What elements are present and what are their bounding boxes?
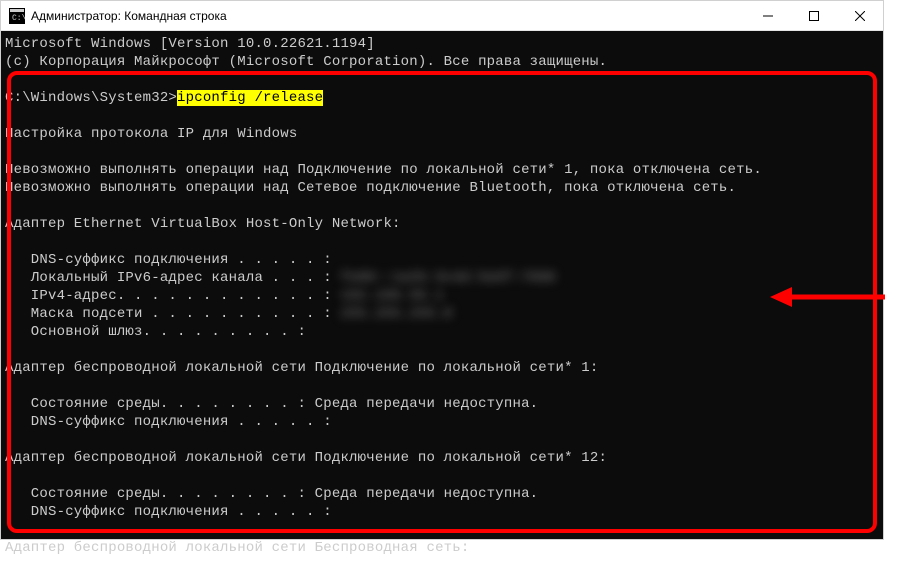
prompt-line: C:\Windows\System32>ipconfig /release bbox=[5, 89, 879, 107]
blank-line bbox=[5, 521, 879, 539]
maximize-button[interactable] bbox=[791, 1, 837, 31]
window-title: Администратор: Командная строка bbox=[31, 9, 745, 23]
adapter-field: Основной шлюз. . . . . . . . . : bbox=[5, 323, 879, 341]
adapter-field: DNS-суффикс подключения . . . . . : bbox=[5, 251, 879, 269]
version-line: Microsoft Windows [Version 10.0.22621.11… bbox=[5, 35, 879, 53]
blank-line bbox=[5, 341, 879, 359]
error-line: Невозможно выполнять операции над Подклю… bbox=[5, 161, 879, 179]
adapter-field: Маска подсети . . . . . . . . . . : 255.… bbox=[5, 305, 879, 323]
adapter-field: Состояние среды. . . . . . . . : Среда п… bbox=[5, 395, 879, 413]
cmd-icon: C:\ bbox=[9, 8, 25, 24]
blank-line bbox=[5, 377, 879, 395]
blank-line bbox=[5, 143, 879, 161]
window-controls bbox=[745, 1, 883, 30]
svg-text:C:\: C:\ bbox=[12, 14, 25, 23]
blurred-value: fe80::1a2b:3c4d:5e6f:7890 bbox=[340, 269, 555, 287]
cmd-window: C:\ Администратор: Командная строка Micr… bbox=[0, 0, 884, 540]
error-line: Невозможно выполнять операции над Сетево… bbox=[5, 179, 879, 197]
command-text: ipconfig /release bbox=[177, 90, 323, 106]
adapter-title: Адаптер беспроводной локальной сети Подк… bbox=[5, 359, 879, 377]
blank-line bbox=[5, 71, 879, 89]
blurred-value: 255.255.255.0 bbox=[340, 305, 452, 323]
adapter-field: Локальный IPv6-адрес канала . . . : fe80… bbox=[5, 269, 879, 287]
blank-line bbox=[5, 197, 879, 215]
prompt-text: C:\Windows\System32> bbox=[5, 90, 177, 106]
adapter-title: Адаптер беспроводной локальной сети Подк… bbox=[5, 449, 879, 467]
titlebar: C:\ Администратор: Командная строка bbox=[1, 1, 883, 31]
blank-line bbox=[5, 233, 879, 251]
blurred-value: 192.168.56.1 bbox=[340, 287, 443, 305]
adapter-title: Адаптер Ethernet VirtualBox Host-Only Ne… bbox=[5, 215, 879, 233]
copyright-line: (c) Корпорация Майкрософт (Microsoft Cor… bbox=[5, 53, 879, 71]
adapter-field: IPv4-адрес. . . . . . . . . . . . : 192.… bbox=[5, 287, 879, 305]
blank-line bbox=[5, 467, 879, 485]
minimize-button[interactable] bbox=[745, 1, 791, 31]
blank-line bbox=[5, 431, 879, 449]
close-button[interactable] bbox=[837, 1, 883, 31]
adapter-field: DNS-суффикс подключения . . . . . : bbox=[5, 503, 879, 521]
adapter-field: DNS-суффикс подключения . . . . . : bbox=[5, 413, 879, 431]
config-title: Настройка протокола IP для Windows bbox=[5, 125, 879, 143]
blank-line bbox=[5, 107, 879, 125]
adapter-title: Адаптер беспроводной локальной сети Бесп… bbox=[5, 539, 879, 557]
adapter-field: Состояние среды. . . . . . . . : Среда п… bbox=[5, 485, 879, 503]
terminal-output[interactable]: Microsoft Windows [Version 10.0.22621.11… bbox=[1, 31, 883, 561]
